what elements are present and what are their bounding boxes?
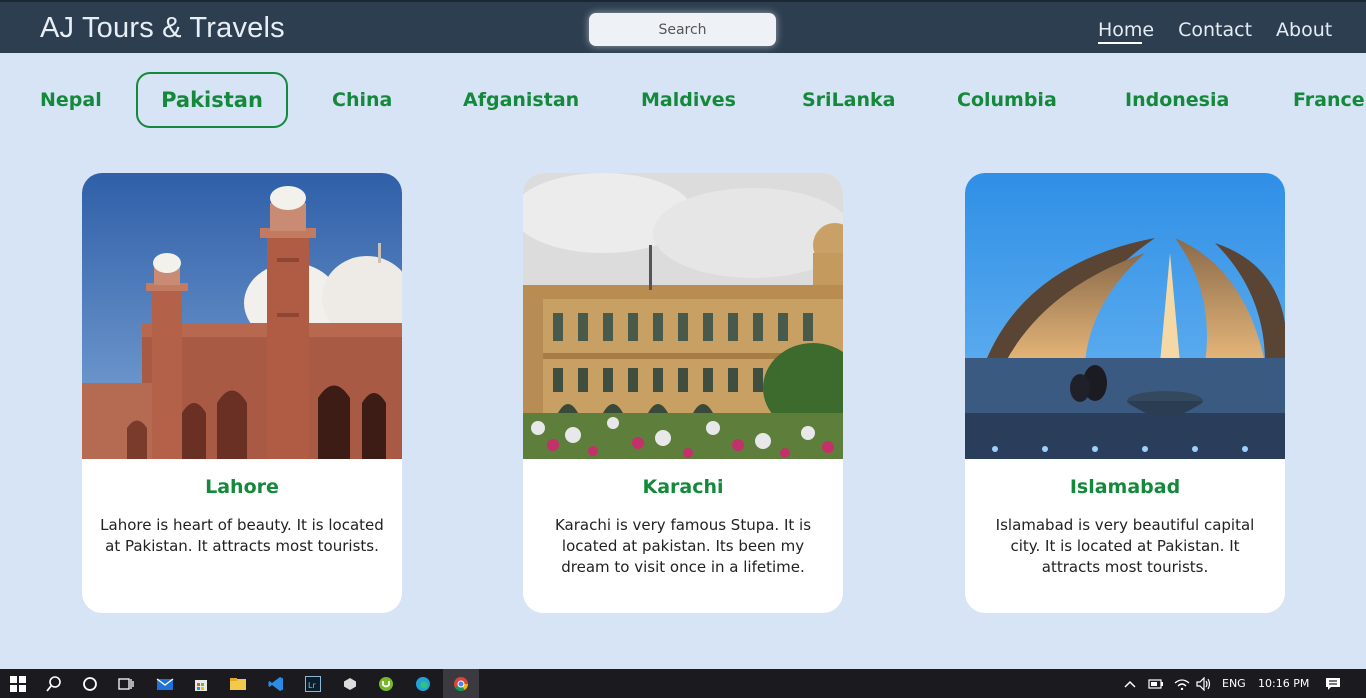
chrome-icon[interactable] bbox=[443, 669, 479, 698]
card-description: Lahore is heart of beauty. It is located… bbox=[100, 516, 384, 555]
tab-columbia[interactable]: Columbia bbox=[957, 72, 1057, 128]
notifications-icon[interactable] bbox=[1318, 669, 1348, 698]
tab-france[interactable]: France bbox=[1293, 72, 1365, 128]
tab-maldives[interactable]: Maldives bbox=[641, 72, 736, 128]
language-indicator[interactable]: ENG bbox=[1222, 677, 1246, 690]
task-view-icon[interactable] bbox=[108, 669, 144, 698]
card-description: Karachi is very famous Stupa. It is loca… bbox=[554, 516, 812, 576]
card-title: Karachi bbox=[642, 476, 724, 498]
file-explorer-icon[interactable] bbox=[220, 669, 256, 698]
card-title: Lahore bbox=[205, 476, 279, 498]
svg-text:Lr: Lr bbox=[308, 681, 316, 690]
top-navbar: AJ Tours & Travels Home Contact About bbox=[0, 0, 1366, 53]
windows-start-icon[interactable] bbox=[0, 669, 36, 698]
badshahi-mosque-photo bbox=[82, 173, 402, 459]
unity-icon[interactable] bbox=[332, 669, 368, 698]
store-icon[interactable] bbox=[183, 669, 219, 698]
windows-taskbar: Lr ENG 10:16 PM bbox=[0, 669, 1366, 698]
search-input[interactable] bbox=[589, 13, 776, 46]
mail-icon[interactable] bbox=[147, 669, 183, 698]
search-icon[interactable] bbox=[36, 669, 72, 698]
tab-srilanka[interactable]: SriLanka bbox=[802, 72, 895, 128]
card-description: Islamabad is very beautiful capital city… bbox=[995, 516, 1255, 576]
cortana-icon[interactable] bbox=[72, 669, 108, 698]
chevron-up-icon[interactable] bbox=[1117, 669, 1143, 698]
battery-icon[interactable] bbox=[1143, 669, 1169, 698]
tab-nepal[interactable]: Nepal bbox=[40, 72, 102, 128]
utorrent-icon[interactable] bbox=[368, 669, 404, 698]
tab-afganistan[interactable]: Afganistan bbox=[463, 72, 579, 128]
tab-china[interactable]: China bbox=[332, 72, 392, 128]
clock[interactable]: 10:16 PM bbox=[1258, 677, 1309, 690]
tab-indonesia[interactable]: Indonesia bbox=[1125, 72, 1229, 128]
nav-contact-link[interactable]: Contact bbox=[1178, 19, 1252, 41]
city-card-lahore[interactable]: Lahore Lahore is heart of beauty. It is … bbox=[82, 173, 402, 613]
card-title: Islamabad bbox=[1069, 476, 1181, 498]
edge-icon[interactable] bbox=[405, 669, 441, 698]
brand-title[interactable]: AJ Tours & Travels bbox=[40, 12, 285, 45]
country-tabs: Nepal Pakistan China Afganistan Maldives… bbox=[0, 72, 1366, 128]
city-card-karachi[interactable]: Karachi Karachi is very famous Stupa. It… bbox=[523, 173, 843, 613]
karachi-building-photo bbox=[523, 173, 843, 459]
nav-home-link[interactable]: Home bbox=[1098, 19, 1154, 44]
volume-icon[interactable] bbox=[1191, 669, 1217, 698]
vscode-icon[interactable] bbox=[258, 669, 294, 698]
pakistan-monument-photo bbox=[965, 173, 1285, 459]
nav-links: Home Contact About bbox=[1098, 19, 1332, 44]
city-card-islamabad[interactable]: Islamabad Islamabad is very beautiful ca… bbox=[965, 173, 1285, 613]
nav-about-link[interactable]: About bbox=[1276, 19, 1332, 41]
lightroom-icon[interactable]: Lr bbox=[295, 669, 331, 698]
tab-pakistan[interactable]: Pakistan bbox=[136, 72, 288, 128]
